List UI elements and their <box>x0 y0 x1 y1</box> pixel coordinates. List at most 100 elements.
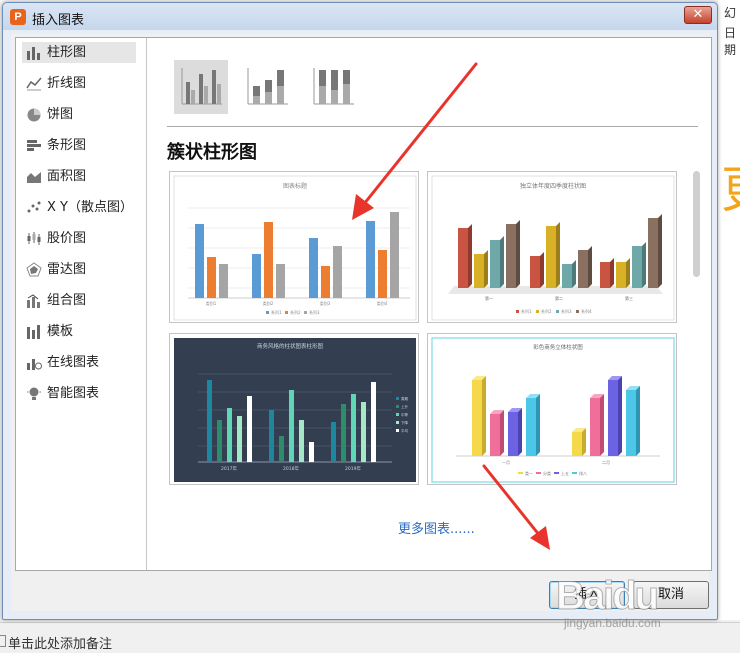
sidebar-item-label: 条形图 <box>47 138 87 153</box>
sidebar-item-line[interactable]: 折线图 <box>22 73 136 94</box>
sidebar-item-label: 智能图表 <box>47 386 100 401</box>
column-chart-icon <box>27 47 40 60</box>
gallery-scroll-thumb[interactable] <box>693 171 700 277</box>
radar-chart-icon <box>26 262 42 277</box>
template-thumb-business-dark[interactable]: 商务风格的柱状图表柱形图 2017年 2018年 2019年 周期 上升 中等 … <box>169 333 419 485</box>
insert-chart-dialog: P 插入图表 ✕ 柱形图 折线图 饼图 条形图 面积图 X Y（散点图） 股价图… <box>2 2 718 620</box>
sidebar-item-stock[interactable]: 股价图 <box>22 228 136 249</box>
scatter-chart-icon <box>27 201 41 213</box>
sidebar-item-bar[interactable]: 条形图 <box>22 135 136 156</box>
sidebar-item-area[interactable]: 面积图 <box>22 166 136 187</box>
thumb-legend-entry: 上五 <box>561 470 569 476</box>
thumb-legend-entry: 平均 <box>401 428 409 433</box>
thumb-legend-entry: 系列2 <box>290 309 301 315</box>
line-chart-icon <box>26 77 42 91</box>
dialog-titlebar[interactable]: P 插入图表 ✕ <box>3 3 717 30</box>
subtype-clustered-column[interactable] <box>174 60 228 114</box>
thumb-category-label: 类别3 <box>320 300 331 306</box>
stacked-column-icon <box>247 68 288 105</box>
sidebar-item-combo[interactable]: 组合图 <box>22 290 136 311</box>
template-preview: 彩色商务立体柱状图 一月 二月 类一 分类 上五 排八 <box>431 337 675 483</box>
bar-chart-icon <box>27 140 41 151</box>
pie-chart-icon <box>27 108 41 122</box>
background-text: 日期 <box>724 26 737 57</box>
sidebar-item-label: 柱形图 <box>47 45 87 60</box>
sidebar-item-label: 股价图 <box>47 231 87 246</box>
subtype-percent-stacked-column[interactable] <box>306 60 360 114</box>
clustered-column-icon <box>181 68 222 105</box>
sidebar-item-label: 雷达图 <box>47 262 87 277</box>
watermark-url: jingyan.baidu.com <box>564 616 661 630</box>
background-text: 幻 <box>724 6 737 20</box>
sidebar-item-label: X Y（散点图） <box>47 200 133 215</box>
sidebar-item-label: 在线图表 <box>47 355 100 370</box>
stock-chart-icon <box>27 232 41 245</box>
thumb-category-label: 类别4 <box>377 300 388 306</box>
thumb-category-label: 2017年 <box>221 465 237 472</box>
thumb-legend-entry: 系列2 <box>541 308 552 314</box>
thumb-category-label: 2018年 <box>283 465 299 472</box>
thumb-legend-entry: 分类 <box>543 470 551 476</box>
chart-template-gallery: 图表标题 类别1 类别2 类别3 类别4 系列1 系列2 系列3 独立体年度四季… <box>167 169 692 487</box>
section-title: 簇状柱形图 <box>167 142 257 163</box>
dialog-title: 插入图表 <box>32 13 85 28</box>
background-slide-title: 更 <box>721 150 740 222</box>
thumb-legend-entry: 中等 <box>401 412 409 417</box>
thumb-category-label: 类别2 <box>263 300 274 306</box>
thumb-category-label: 一月 <box>502 460 510 465</box>
thumb-legend-entry: 周期 <box>401 396 409 401</box>
template-preview: 商务风格的柱状图表柱形图 2017年 2018年 2019年 周期 上升 中等 … <box>174 338 416 482</box>
thumb-category-label: 第一 <box>485 295 493 301</box>
sidebar-item-pie[interactable]: 饼图 <box>22 104 136 125</box>
chart-type-sidebar: 柱形图 折线图 饼图 条形图 面积图 X Y（散点图） 股价图 雷达图 组合图 … <box>16 38 147 570</box>
thumb-legend-entry: 下降 <box>401 420 409 425</box>
thumb-legend-entry: 系列1 <box>521 308 532 314</box>
template-thumb-3d-quarterly[interactable]: 独立体年度四季度柱状图 第一 第二 第三 系列1 系列2 系列3 系列4 <box>427 171 677 323</box>
online-chart-icon <box>27 359 42 370</box>
wps-app-icon: P <box>10 9 26 25</box>
sidebar-item-label: 组合图 <box>47 293 87 308</box>
percent-stacked-column-icon <box>313 68 354 105</box>
sidebar-item-scatter[interactable]: X Y（散点图） <box>22 197 136 218</box>
thumb-legend-entry: 上升 <box>401 404 409 409</box>
sidebar-item-label: 面积图 <box>47 169 87 184</box>
template-preview: 独立体年度四季度柱状图 第一 第二 第三 系列1 系列2 系列3 系列4 <box>431 175 675 321</box>
dialog-client: 柱形图 折线图 饼图 条形图 面积图 X Y（散点图） 股价图 雷达图 组合图 … <box>11 33 712 611</box>
background-slide-edge: 幻 日期 更 <box>718 0 740 620</box>
thumb-category-label: 类别1 <box>206 300 217 306</box>
area-chart-icon <box>27 172 41 183</box>
notes-placeholder[interactable]: 单击此处添加备注 <box>8 633 112 652</box>
template-thumb-colorful-3d[interactable]: 彩色商务立体柱状图 一月 二月 类一 分类 上五 排八 <box>427 333 677 485</box>
thumb-legend-entry: 类一 <box>525 470 533 476</box>
thumb-legend-entry: 系列1 <box>271 309 282 315</box>
thumb-chart-title: 商务风格的柱状图表柱形图 <box>257 342 324 350</box>
sidebar-item-radar[interactable]: 雷达图 <box>22 259 136 280</box>
thumb-chart-title: 独立体年度四季度柱状图 <box>520 182 586 190</box>
sidebar-item-label: 模板 <box>47 324 74 339</box>
template-preview: 图表标题 类别1 类别2 类别3 类别4 系列1 系列2 系列3 <box>173 175 417 321</box>
thumb-category-label: 二月 <box>602 460 610 465</box>
more-charts-link[interactable]: 更多图表...... <box>398 518 475 537</box>
combo-chart-icon <box>27 294 40 308</box>
sidebar-item-label: 饼图 <box>47 107 74 122</box>
thumb-chart-title: 彩色商务立体柱状图 <box>533 343 583 351</box>
sidebar-item-template[interactable]: 模板 <box>22 321 136 342</box>
thumb-category-label: 第二 <box>555 295 563 301</box>
chart-panel: 柱形图 折线图 饼图 条形图 面积图 X Y（散点图） 股价图 雷达图 组合图 … <box>15 37 712 571</box>
thumb-legend-entry: 系列4 <box>581 308 592 314</box>
template-thumb-basic-column[interactable]: 图表标题 类别1 类别2 类别3 类别4 系列1 系列2 系列3 <box>169 171 419 323</box>
thumb-category-label: 第三 <box>625 295 633 301</box>
notes-checkbox <box>0 635 6 647</box>
section-divider <box>167 126 698 127</box>
watermark-logo: Baidu <box>555 574 659 619</box>
thumb-legend-entry: 排八 <box>579 470 587 476</box>
sidebar-item-online[interactable]: 在线图表 <box>22 352 136 373</box>
thumb-legend-entry: 系列3 <box>561 308 572 314</box>
sidebar-item-smart[interactable]: 智能图表 <box>22 383 136 404</box>
sidebar-item-column[interactable]: 柱形图 <box>22 42 136 63</box>
close-button[interactable]: ✕ <box>684 6 712 24</box>
thumb-legend-entry: 系列3 <box>309 309 320 315</box>
subtype-stacked-column[interactable] <box>240 60 294 114</box>
sidebar-item-label: 折线图 <box>47 76 87 91</box>
gallery-scrollbar[interactable] <box>692 169 702 487</box>
